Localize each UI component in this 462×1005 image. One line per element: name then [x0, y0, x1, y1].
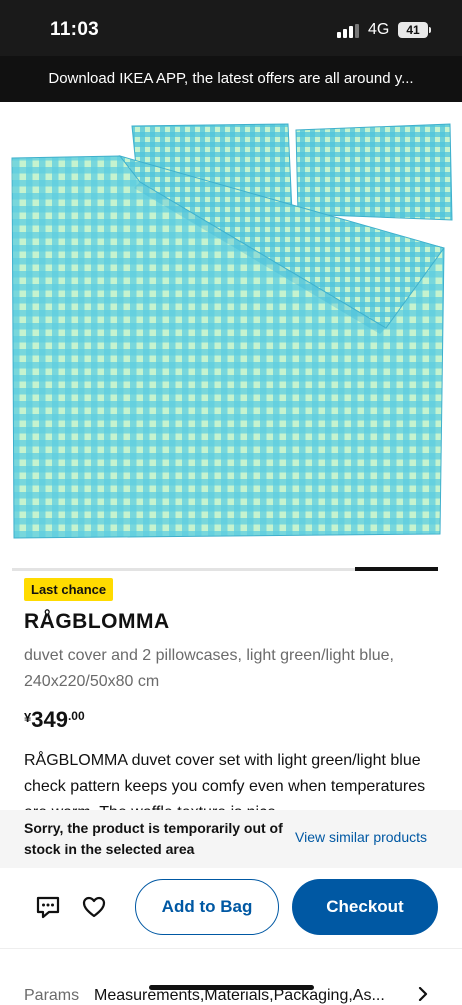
stock-notice-bar: Sorry, the product is temporarily out of… — [0, 810, 462, 868]
status-time: 11:03 — [50, 19, 100, 40]
last-chance-badge: Last chance — [24, 578, 114, 601]
home-indicator — [149, 985, 314, 990]
out-of-stock-message: Sorry, the product is temporarily out of… — [24, 820, 283, 857]
view-similar-link[interactable]: View similar products — [295, 829, 427, 845]
product-image[interactable] — [0, 102, 462, 542]
chat-icon[interactable] — [34, 893, 62, 921]
heart-icon[interactable] — [80, 893, 108, 921]
params-row[interactable]: Params Measurements,Materials,Packaging,… — [0, 948, 462, 1004]
network-type: 4G — [368, 21, 390, 38]
product-description: RÅGBLOMMA duvet cover set with light gre… — [24, 752, 426, 810]
price-decimal: .00 — [67, 709, 85, 723]
battery-tip — [429, 27, 431, 33]
price-currency: ¥ — [24, 710, 32, 725]
gallery-progress-thumb — [355, 567, 438, 571]
battery-icon: 41 — [398, 22, 428, 38]
duvet-cover-image — [11, 123, 453, 539]
checkout-button[interactable]: Checkout — [292, 879, 438, 935]
params-label: Params — [24, 987, 80, 1004]
product-title: RÅGBLOMMA — [24, 610, 170, 633]
app-download-banner[interactable]: Download IKEA APP, the latest offers are… — [0, 56, 462, 102]
chevron-right-icon — [418, 987, 428, 1001]
product-price: ¥349.00 — [24, 707, 85, 733]
add-to-bag-button[interactable]: Add to Bag — [135, 879, 279, 935]
action-bar: Add to Bag Checkout — [0, 868, 462, 948]
product-subtitle: duvet cover and 2 pillowcases, light gre… — [24, 647, 394, 690]
status-bar: 11:03 4G 41 — [0, 0, 462, 56]
price-integer: 349 — [31, 707, 68, 732]
signal-icon — [337, 24, 359, 38]
